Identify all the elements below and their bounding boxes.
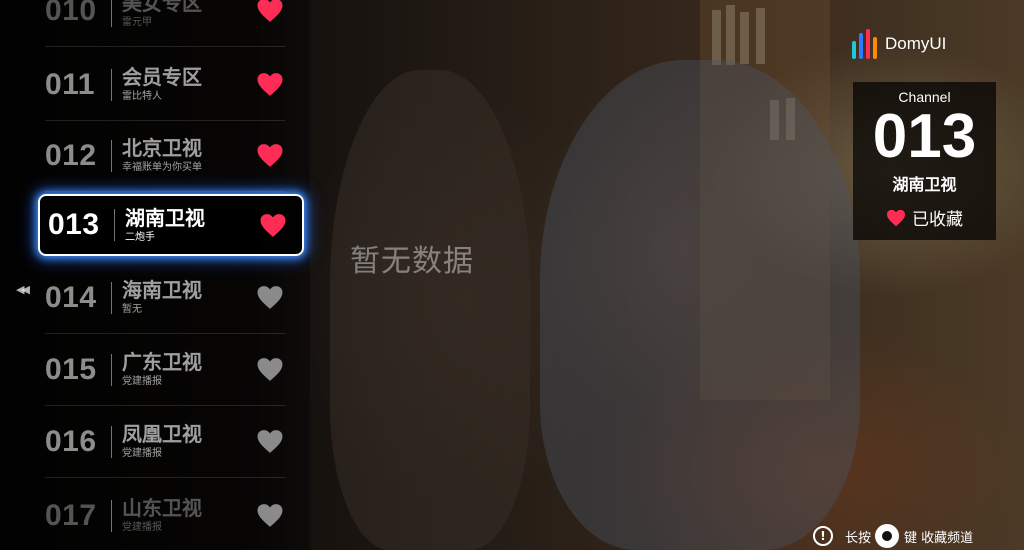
channel-number: 012: [45, 138, 97, 172]
divider: [111, 68, 112, 101]
man-figure: [330, 70, 530, 550]
program-name: 党建播报: [122, 448, 162, 459]
divider: [111, 281, 112, 314]
divider: [111, 499, 112, 532]
channel-name: 美女专区: [122, 0, 202, 15]
channel-row-016[interactable]: 016 凤凰卫视党建播报: [45, 406, 285, 478]
logo-bar: [852, 41, 856, 59]
channel-number: 014: [45, 280, 97, 314]
logo-bars-icon: [852, 29, 877, 59]
channel-name-large: 湖南卫视: [892, 175, 957, 194]
favorite-heart-icon[interactable]: [255, 357, 285, 383]
program-name: 暂无: [122, 304, 142, 315]
favorite-heart-icon[interactable]: [255, 429, 285, 455]
channel-texts: 美女专区 雷元甲: [122, 0, 255, 30]
brand-logo: DomyUI: [852, 29, 946, 59]
brand-name: DomyUI: [885, 34, 947, 53]
channel-texts: 凤凰卫视 党建播报: [122, 422, 255, 461]
heart-icon: [260, 213, 286, 237]
favorite-heart-icon[interactable]: [255, 143, 285, 169]
book: [726, 5, 735, 65]
favorite-heart-icon[interactable]: [258, 212, 288, 238]
channel-row-011[interactable]: 011 会员专区雷比特人: [45, 49, 285, 121]
favorite-heart-icon[interactable]: [255, 0, 285, 24]
channel-row-013[interactable]: 013 湖南卫视 二炮手: [38, 194, 304, 256]
heart-icon: [257, 358, 283, 381]
divider: [111, 0, 112, 27]
book: [756, 8, 765, 64]
logo-bar: [866, 29, 870, 59]
logo-bar: [873, 37, 877, 59]
info-circle-icon: !: [813, 526, 833, 546]
book: [740, 12, 749, 64]
program-name: 雷元甲: [122, 17, 152, 28]
heart-icon: [257, 430, 283, 453]
channel-number: 015: [45, 352, 97, 386]
channel-texts: 湖南卫视 二炮手: [125, 206, 258, 245]
channel-number: 017: [45, 498, 97, 532]
heart-icon: [257, 73, 283, 96]
divider: [114, 209, 115, 241]
favorite-heart-icon[interactable]: [255, 72, 285, 98]
rewind-icon: ◀◀: [16, 283, 30, 296]
heart-icon: [257, 286, 283, 309]
favorite-heart-icon[interactable]: [255, 285, 285, 311]
program-name: 二炮手: [125, 231, 155, 243]
channel-row-017[interactable]: 017 山东卫视党建播报: [45, 480, 285, 550]
heart-icon: [887, 209, 905, 226]
ok-button-icon: [875, 524, 900, 548]
long-press-hint: ! 长按 键 收藏频道: [813, 524, 973, 548]
channel-texts: 北京卫视幸福账单为你买单: [122, 136, 255, 175]
channel-name: 广东卫视: [122, 350, 202, 374]
channel-row-010[interactable]: 010 美女专区雷元甲: [45, 0, 285, 47]
divider: [111, 353, 112, 386]
channel-number: 013: [48, 208, 100, 241]
divider: [111, 425, 112, 458]
favorite-status-text: 已收藏: [912, 210, 963, 230]
channel-row-012[interactable]: 012 北京卫视幸福账单为你买单: [45, 120, 285, 192]
channel-number: 011: [45, 67, 95, 101]
program-name: 党建播报: [122, 376, 162, 387]
channel-name: 海南卫视: [122, 278, 202, 302]
heart-icon: [257, 144, 283, 167]
hint-suffix: 键 收藏频道: [904, 530, 974, 546]
channel-row-014[interactable]: 014 海南卫视暂无: [45, 262, 285, 334]
book: [712, 10, 721, 65]
favorite-heart-icon[interactable]: [255, 503, 285, 529]
hint-prefix: 长按: [845, 530, 872, 546]
channel-name: 山东卫视: [122, 496, 202, 520]
channel-number: 010: [45, 0, 97, 27]
channel-info-card: Channel 013 湖南卫视 已收藏: [853, 82, 996, 240]
no-data-text: 暂无数据: [350, 244, 474, 279]
heart-icon: [257, 504, 283, 527]
channel-name: 会员专区: [122, 65, 202, 89]
program-name: 党建播报: [122, 522, 162, 533]
heart-icon: [257, 0, 283, 22]
channel-texts: 广东卫视 党建播报: [122, 350, 255, 389]
program-name: 幸福账单为你买单: [122, 162, 202, 173]
favorite-status: 已收藏: [853, 205, 996, 230]
channel-row-015[interactable]: 015 广东卫视党建播报: [45, 334, 285, 406]
woman-figure: [540, 60, 860, 550]
channel-number: 016: [45, 424, 97, 458]
channel-texts: 山东卫视 党建播报: [122, 496, 255, 535]
channel-texts: 海南卫视 暂无: [122, 278, 255, 317]
program-name: 雷比特人: [122, 91, 162, 102]
divider: [111, 139, 112, 172]
channel-texts: 会员专区 雷比特人: [122, 65, 255, 104]
channel-name: 湖南卫视: [125, 205, 205, 230]
logo-bar: [859, 33, 863, 59]
channel-name: 北京卫视: [122, 136, 202, 160]
channel-name: 凤凰卫视: [122, 422, 202, 446]
channel-number-large: 013: [872, 102, 977, 171]
